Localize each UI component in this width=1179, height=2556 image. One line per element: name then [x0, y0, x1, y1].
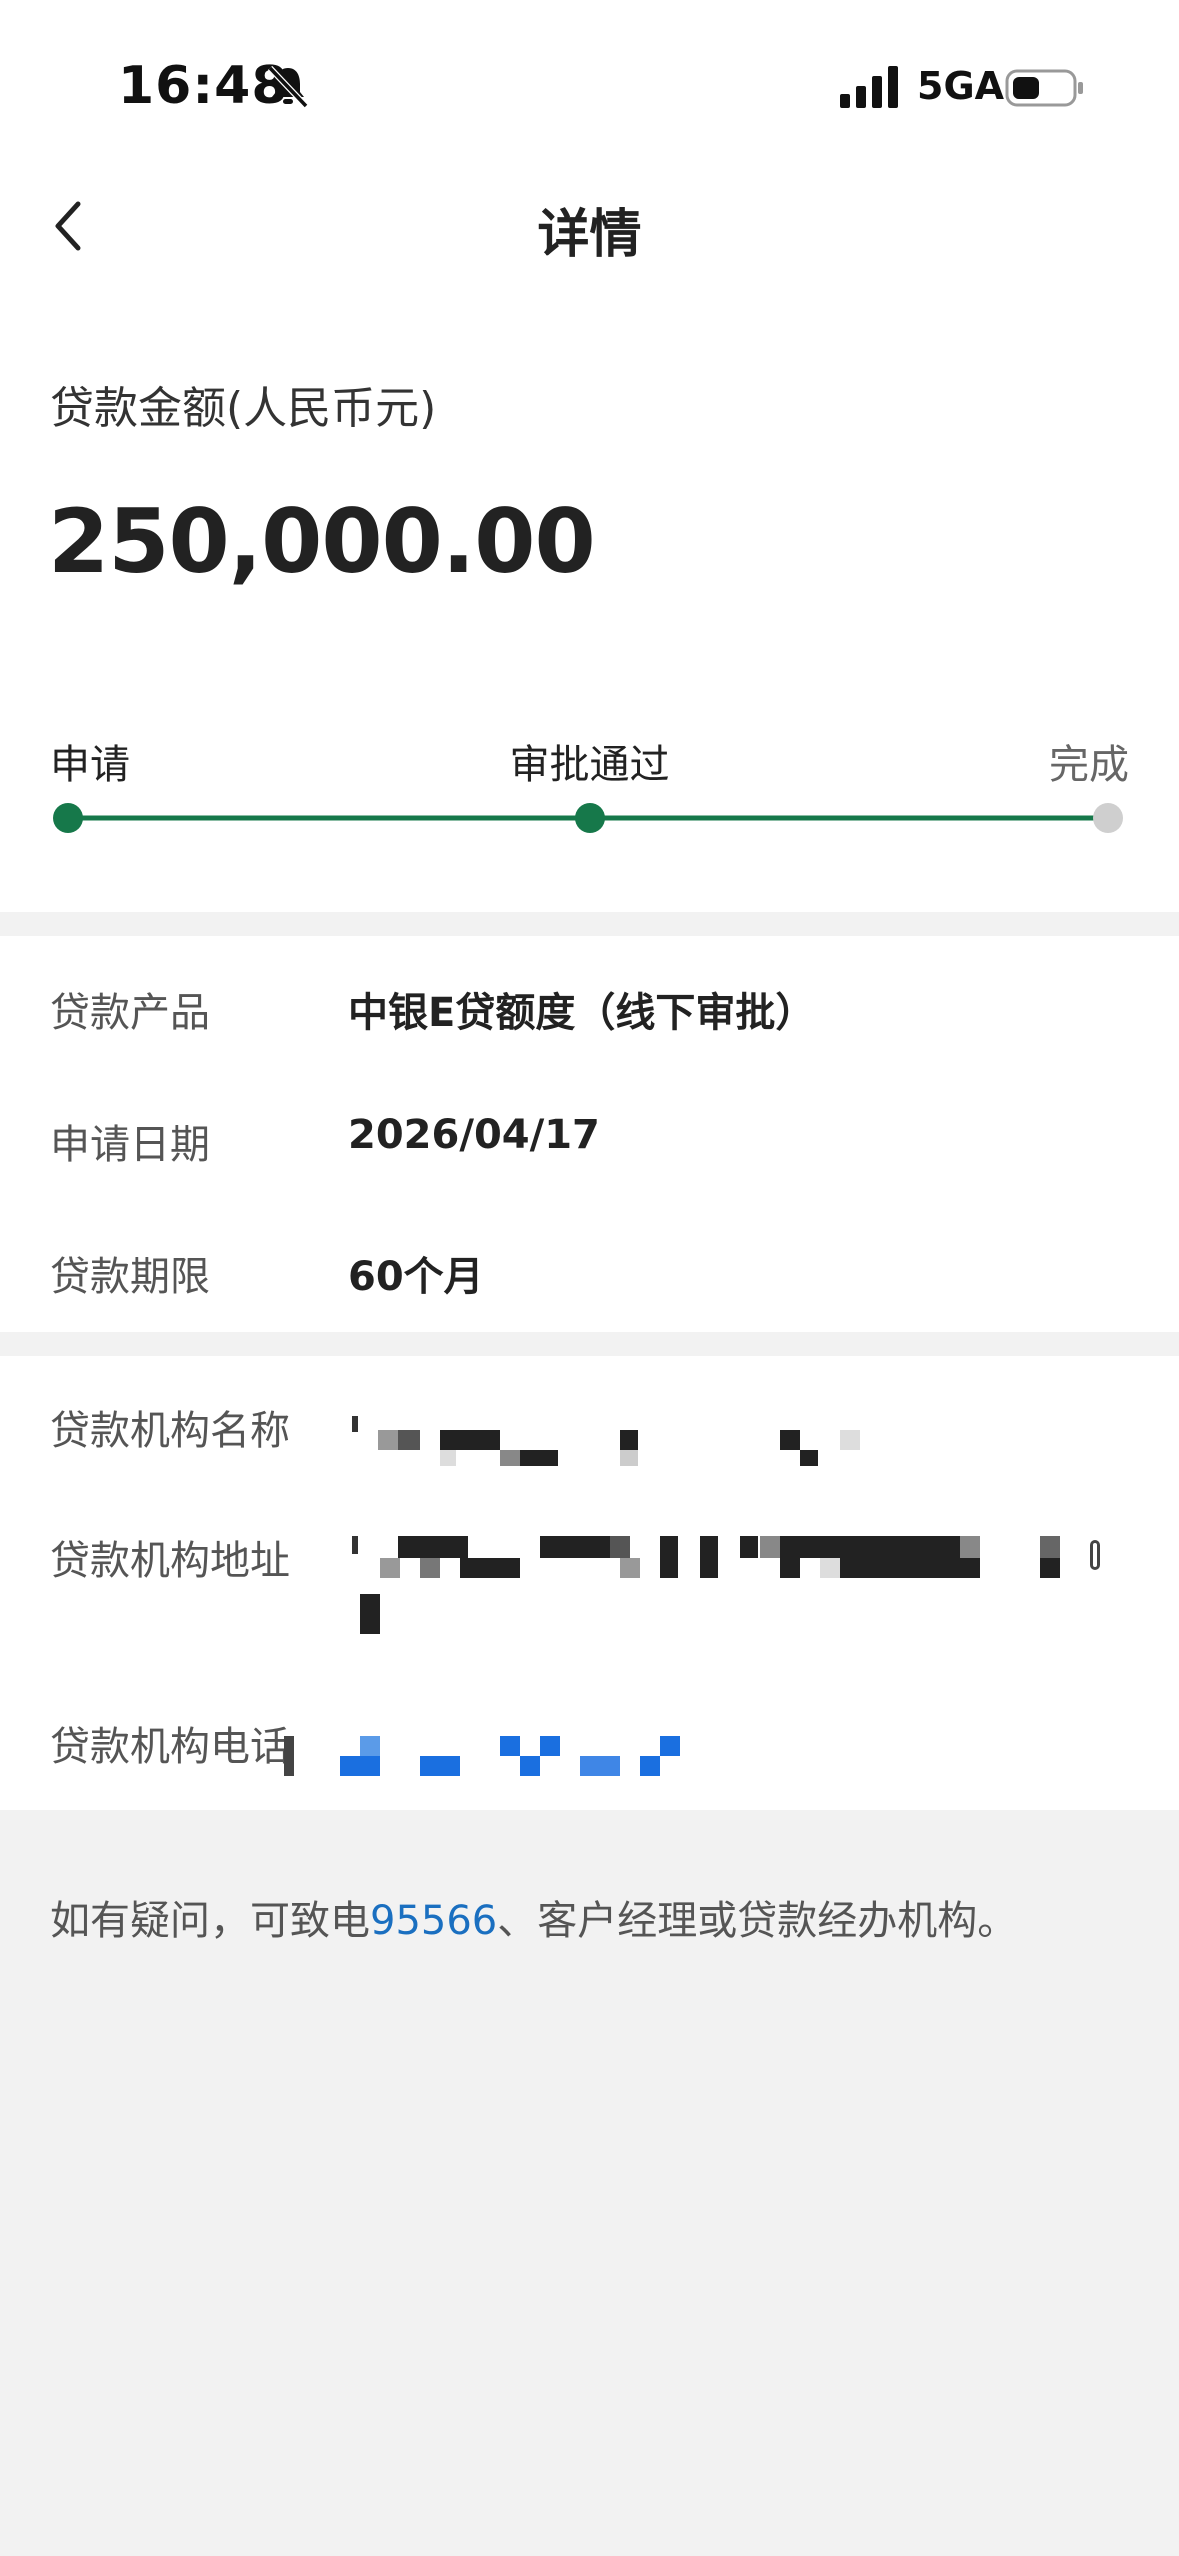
battery-icon: [1005, 69, 1083, 107]
network-type: 5GA: [917, 64, 1005, 108]
institution-card: 贷款机构名称 贷款机构地址 贷款机构电话: [0, 1356, 1179, 1810]
step-apply-dot: [53, 803, 83, 833]
help-suffix: 、客户经理或贷款经办机构。: [497, 1898, 1018, 1944]
loan-details-card: 贷款产品 中银E贷额度（线下审批） 申请日期 2026/04/17 贷款期限 6…: [0, 936, 1179, 1332]
date-label: 申请日期: [50, 1122, 210, 1168]
step-approved-dot: [575, 803, 605, 833]
amount-value: 250,000.00: [48, 490, 596, 593]
cellular-signal-icon: [840, 66, 898, 108]
hotline-link[interactable]: 95566: [370, 1898, 497, 1944]
term-value: 60个月: [348, 1254, 484, 1300]
step-complete-label: 完成: [1049, 742, 1129, 788]
institution-phone-label: 贷款机构电话: [50, 1724, 290, 1770]
institution-phone-redacted[interactable]: [280, 1736, 720, 1780]
institution-address-redacted: [350, 1536, 1110, 1636]
step-complete-dot: [1093, 803, 1123, 833]
institution-name-redacted: [350, 1416, 870, 1468]
product-label: 贷款产品: [50, 990, 210, 1036]
date-value: 2026/04/17: [348, 1112, 600, 1158]
amount-label: 贷款金额(人民币元): [50, 383, 437, 434]
step-approved-label: 审批通过: [509, 742, 670, 788]
page-title: 详情: [537, 205, 642, 265]
silent-bell-icon: [267, 65, 309, 109]
term-label: 贷款期限: [50, 1254, 210, 1300]
institution-address-label: 贷款机构地址: [50, 1538, 290, 1584]
product-value: 中银E贷额度（线下审批）: [348, 990, 816, 1036]
help-prefix: 如有疑问，可致电: [50, 1898, 370, 1944]
header-section: 16:48 5GA 详情 贷款金额(人民币元) 250,000.00 申请 审批…: [0, 0, 1179, 912]
institution-name-label: 贷款机构名称: [50, 1408, 290, 1454]
help-note: 如有疑问，可致电95566、客户经理或贷款经办机构。: [50, 1888, 1017, 1946]
status-time: 16:48: [118, 56, 289, 116]
progress-track: [53, 803, 1123, 833]
